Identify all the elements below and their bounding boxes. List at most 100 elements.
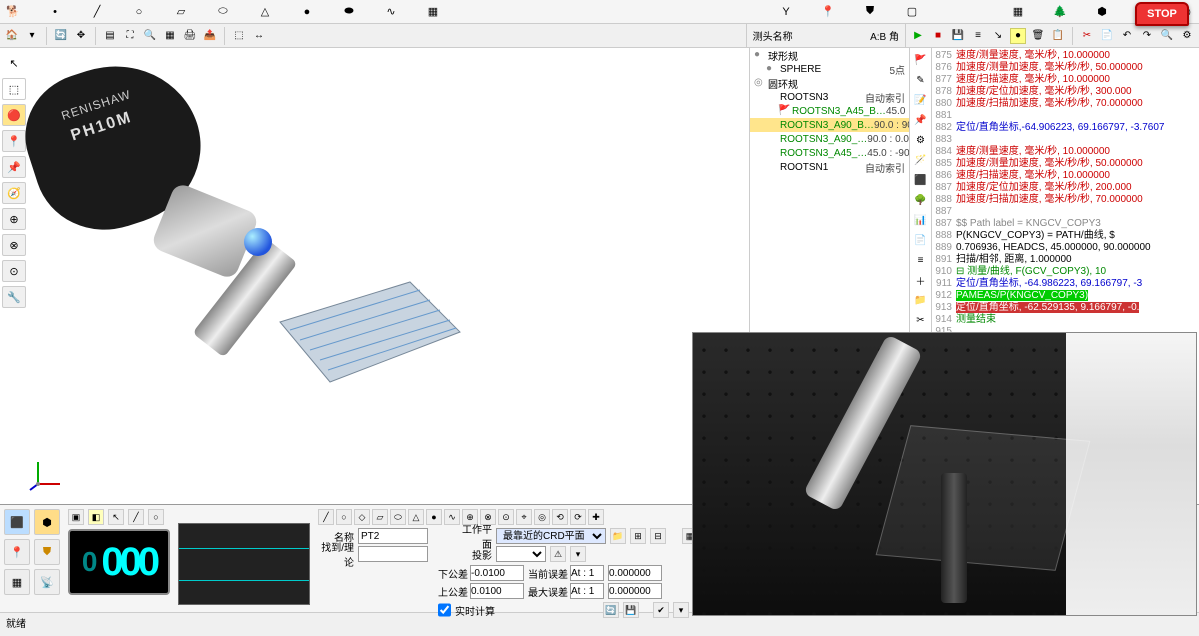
ft-misc5-icon[interactable]: ● [426,509,442,525]
tool-plane-icon[interactable]: ▱ [172,3,190,21]
code-line[interactable]: 882定位/直角坐标,-64.906223, 69.166797, -3.760… [932,122,1199,134]
rotate-icon[interactable]: 🔄 [53,28,69,44]
tool-probe-icon[interactable]: 📍 [819,3,837,21]
v1-input[interactable] [608,565,662,581]
stop-button[interactable]: STOP [1135,2,1189,26]
proj-select[interactable] [496,546,546,562]
tool-shield-icon[interactable]: ⛊ [861,3,879,21]
ft-line-icon[interactable]: ╱ [318,509,334,525]
cg-list-icon[interactable]: ≡ [913,252,929,268]
cg-scissors-icon[interactable]: ✂ [913,312,929,328]
name-input[interactable] [358,528,428,544]
move-icon[interactable]: ↔ [251,28,267,44]
ft-misc14-icon[interactable]: ✚ [588,509,604,525]
code-line[interactable]: 887 [932,206,1199,218]
cg-cube-icon[interactable]: ⬛ [913,172,929,188]
tool-cylinder-icon[interactable]: ⬭ [214,3,232,21]
vtool-ruby-icon[interactable]: 🔴 [2,104,26,126]
cg-tree-icon[interactable]: 🌳 [913,192,929,208]
proj-btn1[interactable]: ⚠ [550,546,566,562]
code-line[interactable]: 880加速度/扫描加速度, 毫米/秒/秒, 70.000000 [932,98,1199,110]
cg-wand-icon[interactable]: 🪄 [913,152,929,168]
form-refresh-icon[interactable]: 🔄 [603,602,619,618]
code-line[interactable]: 878加速度/定位加速度, 毫米/秒/秒, 300.000 [932,86,1199,98]
v2-input[interactable] [608,583,662,599]
ft-misc4-icon[interactable]: △ [408,509,424,525]
vtool-probe1-icon[interactable]: 📍 [2,130,26,152]
vtool-probe4-icon[interactable]: ⊕ [2,208,26,230]
select-icon[interactable]: ⬚ [231,28,247,44]
code-line[interactable]: 886速度/扫描速度, 毫米/秒, 10.000000 [932,170,1199,182]
ft-misc1-icon[interactable]: ◇ [354,509,370,525]
grid2-icon[interactable]: ▦ [162,28,178,44]
ft-misc2-icon[interactable]: ▱ [372,509,388,525]
ft-misc13-icon[interactable]: ⟳ [570,509,586,525]
code-line[interactable]: 877速度/扫描速度, 毫米/秒, 10.000000 [932,74,1199,86]
tool-sphere-icon[interactable]: ● [298,3,316,21]
code-redo-icon[interactable]: ↷ [1139,28,1155,44]
vtool-wrench-icon[interactable]: 🔧 [2,286,26,308]
cg-pin-icon[interactable]: 📌 [913,112,929,128]
code-find-icon[interactable]: 🔍 [1159,28,1175,44]
code-run-icon[interactable]: ▶ [910,28,926,44]
cg-plus-icon[interactable]: ＋ [913,272,929,288]
viewport-3d[interactable]: ↖ ⬚ 🔴 📍 📌 🧭 ⊕ ⊗ ⊙ 🔧 RENISHAW PH10M [0,48,750,504]
cg-chart-icon[interactable]: 📊 [913,212,929,228]
ctr-btn4[interactable]: ╱ [128,509,144,525]
form-apply-icon[interactable]: ✔ [653,602,669,618]
ctr-btn5[interactable]: ○ [148,509,164,525]
code-indent-icon[interactable]: ≡ [970,28,986,44]
tool-slot-icon[interactable]: ⬬ [340,3,358,21]
crd-btn2[interactable]: ⊞ [630,528,646,544]
form-more-icon[interactable]: ▾ [673,602,689,618]
bltool-cube-icon[interactable]: ⬛ [4,509,30,535]
tree-row[interactable]: ROOTSN3_A90_…90.0 : 0.0 [750,132,909,146]
export-icon[interactable]: 📤 [202,28,218,44]
tree-row[interactable]: ROOTSN3_A45_…45.0 : -90.0 [750,146,909,160]
tool-curve-icon[interactable]: ∿ [382,3,400,21]
vtool-probe6-icon[interactable]: ⊙ [2,260,26,282]
code-line[interactable]: 913 定位/直角坐标, -62.529135, 9.166797, -0. [932,302,1199,314]
code-line[interactable]: 887加速度/定位加速度, 毫米/秒/秒, 200.000 [932,182,1199,194]
code-line[interactable]: 888P(KNGCV_COPY3) = PATH/曲线, $ [932,230,1199,242]
zoom-icon[interactable]: 🔍 [142,28,158,44]
upper-input[interactable] [470,583,524,599]
find-input[interactable] [358,546,428,562]
code-line[interactable]: 881 [932,110,1199,122]
vtool-select-icon[interactable]: ⬚ [2,78,26,100]
code-line[interactable]: 887$$ Path label = KNGCV_COPY3 [932,218,1199,230]
tool-cube-icon[interactable]: ⬢ [1093,3,1111,21]
tool-grid-icon[interactable]: ▦ [1009,3,1027,21]
ctr-btn1[interactable]: ▣ [68,509,84,525]
vtool-probe5-icon[interactable]: ⊗ [2,234,26,256]
tree-row[interactable]: ROOTSN1自动索引 [750,160,909,174]
code-line[interactable]: 875速度/测量速度, 毫米/秒, 10.000000 [932,50,1199,62]
crd-select[interactable]: 最靠近的CRD平面 [496,528,606,544]
tool-circle-icon[interactable]: ○ [130,3,148,21]
at1-input[interactable] [570,565,604,581]
home-icon[interactable]: 🏠 [4,28,20,44]
bltool-grid-icon[interactable]: ▦ [4,569,30,595]
code-line[interactable]: 884速度/测量速度, 毫米/秒, 10.000000 [932,146,1199,158]
bltool-probe-icon[interactable]: 📍 [4,539,30,565]
code-line[interactable]: 914测量结束 [932,314,1199,326]
code-save-icon[interactable]: 💾 [950,28,966,44]
realtime-checkbox[interactable] [438,602,451,618]
cg-gear-icon[interactable]: ⚙ [913,132,929,148]
code-step-icon[interactable]: ↘ [990,28,1006,44]
code-line[interactable]: 912 PAMEAS/P(KNGCV_COPY3) [932,290,1199,302]
vtool-probe3-icon[interactable]: 🧭 [2,182,26,204]
bltool-sensor-icon[interactable]: 📡 [34,569,60,595]
code-cut-icon[interactable]: ✂ [1079,28,1095,44]
bltool-shield-icon[interactable]: ⛊ [34,539,60,565]
ft-misc10-icon[interactable]: ⌖ [516,509,532,525]
crd-btn1[interactable]: 📁 [610,528,626,544]
proj-btn2[interactable]: ▾ [570,546,586,562]
cg-edit-icon[interactable]: ✎ [913,72,929,88]
code-break-icon[interactable]: ● [1010,28,1026,44]
code-line[interactable]: 911 定位/直角坐标, -64.986223, 69.166797, -3 [932,278,1199,290]
tree-row[interactable]: 🚩ROOTSN3_A45_B…45.0 : 90.0 [750,104,909,118]
code-copy-icon[interactable]: 📋 [1050,28,1066,44]
tree-row[interactable]: ROOTSN3自动索引 [750,90,909,104]
tree-row[interactable]: ●SPHERE5点 [750,62,909,76]
